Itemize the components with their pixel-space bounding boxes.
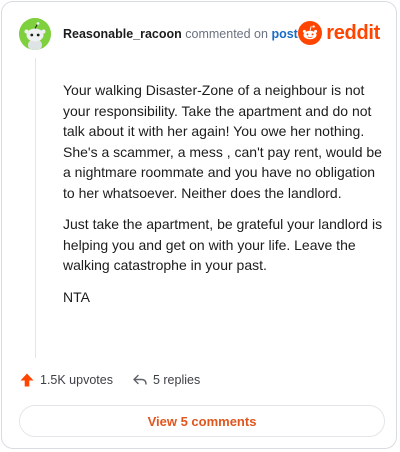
comment-paragraph: Your walking Disaster-Zone of a neighbou… <box>63 82 382 201</box>
upvote-arrow-icon <box>20 373 34 387</box>
commented-on-text: commented on <box>185 27 268 41</box>
reddit-alien-icon <box>298 21 323 45</box>
upvote-button[interactable]: 1.5K upvotes <box>19 372 113 388</box>
user-avatar[interactable] <box>19 18 51 50</box>
view-comments-button[interactable]: View 5 comments <box>19 405 385 437</box>
reddit-wordmark: reddit <box>326 21 380 44</box>
comment-card: Reasonable_racoon commented on post redd… <box>1 1 397 449</box>
replies-button[interactable]: 5 replies <box>132 372 200 388</box>
reply-arrow-icon <box>133 374 147 385</box>
username-link[interactable]: Reasonable_racoon <box>63 27 182 41</box>
comment-body: Your walking Disaster-Zone of a neighbou… <box>63 80 385 318</box>
thread-line <box>35 58 36 358</box>
comment-paragraph: Just take the apartment, be grateful you… <box>63 216 383 273</box>
reddit-logo[interactable]: reddit <box>298 21 380 45</box>
snoo-avatar-icon <box>19 18 51 50</box>
post-link[interactable]: post <box>271 27 297 41</box>
comment-header: Reasonable_racoon commented on post <box>63 26 298 42</box>
comment-paragraph: NTA <box>63 288 90 305</box>
comment-actions: 1.5K upvotes 5 replies <box>19 372 200 388</box>
upvote-count: 1.5K upvotes <box>40 373 113 387</box>
reply-count: 5 replies <box>152 373 201 387</box>
